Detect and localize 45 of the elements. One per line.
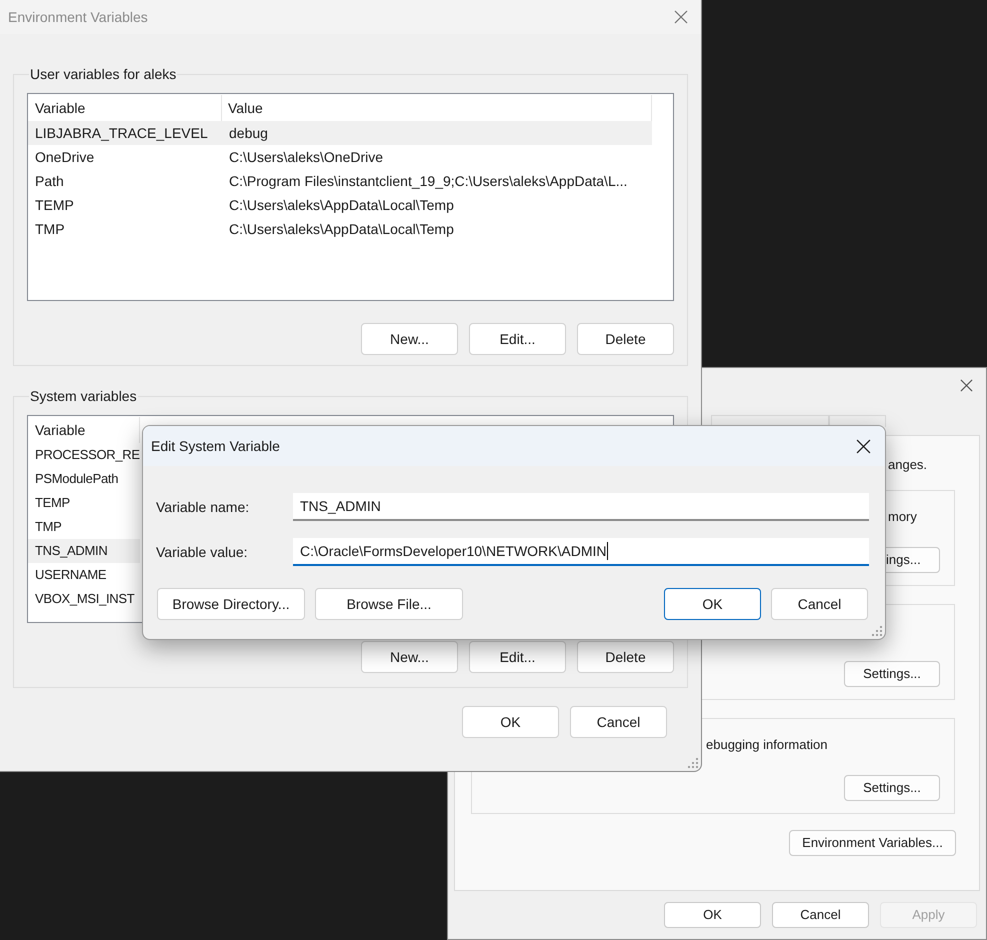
group-text: mory — [888, 508, 918, 525]
button[interactable]: Cancel — [771, 588, 868, 620]
button[interactable]: Delete — [577, 641, 674, 673]
variable-value: C:\Program Files\instantclient_19_9;C:\Users\aleks\AppData\L... — [228, 172, 628, 191]
text-cursor — [606, 542, 608, 560]
description-text: anges. — [888, 456, 928, 473]
variable-name: Path — [34, 172, 65, 191]
dialog-button[interactable]: OK — [664, 902, 761, 928]
variable-name: OneDrive — [34, 148, 96, 167]
variable-value: debug — [228, 124, 268, 143]
group-text: ebugging information — [706, 736, 828, 753]
close-icon[interactable] — [856, 438, 871, 454]
button[interactable]: Browse File... — [315, 588, 463, 620]
resize-grip-icon[interactable] — [688, 758, 698, 768]
settings-button[interactable]: Settings... — [844, 661, 940, 687]
environment-variables-button[interactable]: Environment Variables... — [789, 830, 956, 856]
group-label: System variables — [29, 387, 138, 406]
field-label: Variable name: — [156, 498, 250, 516]
button[interactable]: OK — [664, 588, 761, 620]
settings-button[interactable]: Settings... — [844, 775, 940, 801]
variable-name: LIBJABRA_TRACE_LEVEL — [34, 124, 209, 143]
close-icon[interactable] — [960, 378, 973, 392]
group-label: User variables for aleks — [29, 65, 178, 84]
field-label: Variable value: — [156, 542, 249, 562]
input-field[interactable]: C:\Oracle\FormsDeveloper10\NETWORK\ADMIN — [293, 538, 869, 566]
variable-value: C:\Users\aleks\AppData\Local\Temp — [228, 196, 454, 215]
dialog-button[interactable]: Cancel — [772, 902, 869, 928]
variable-name: TEMP — [34, 196, 75, 215]
button[interactable]: New... — [361, 323, 458, 355]
button[interactable]: Cancel — [570, 706, 667, 738]
button[interactable]: OK — [462, 706, 559, 738]
button[interactable]: Browse Directory... — [157, 588, 305, 620]
variable-name: TMP — [34, 220, 66, 239]
dialog-title: Edit System Variable — [151, 436, 280, 456]
button[interactable]: New... — [361, 641, 458, 673]
resize-grip-icon[interactable] — [872, 626, 882, 636]
button[interactable]: Edit... — [469, 323, 566, 355]
window-title: Environment Variables — [8, 8, 148, 26]
button[interactable]: Delete — [577, 323, 674, 355]
list-row[interactable]: LIBJABRA_TRACE_LEVEL debug — [28, 121, 652, 145]
variable-value: C:\Users\aleks\AppData\Local\Temp — [228, 220, 454, 239]
list-row[interactable]: TNS_ADMIN — [28, 539, 140, 563]
variable-value: C:\Users\aleks\OneDrive — [228, 148, 384, 167]
input-field[interactable]: TNS_ADMIN — [293, 493, 869, 521]
button[interactable]: Edit... — [469, 641, 566, 673]
